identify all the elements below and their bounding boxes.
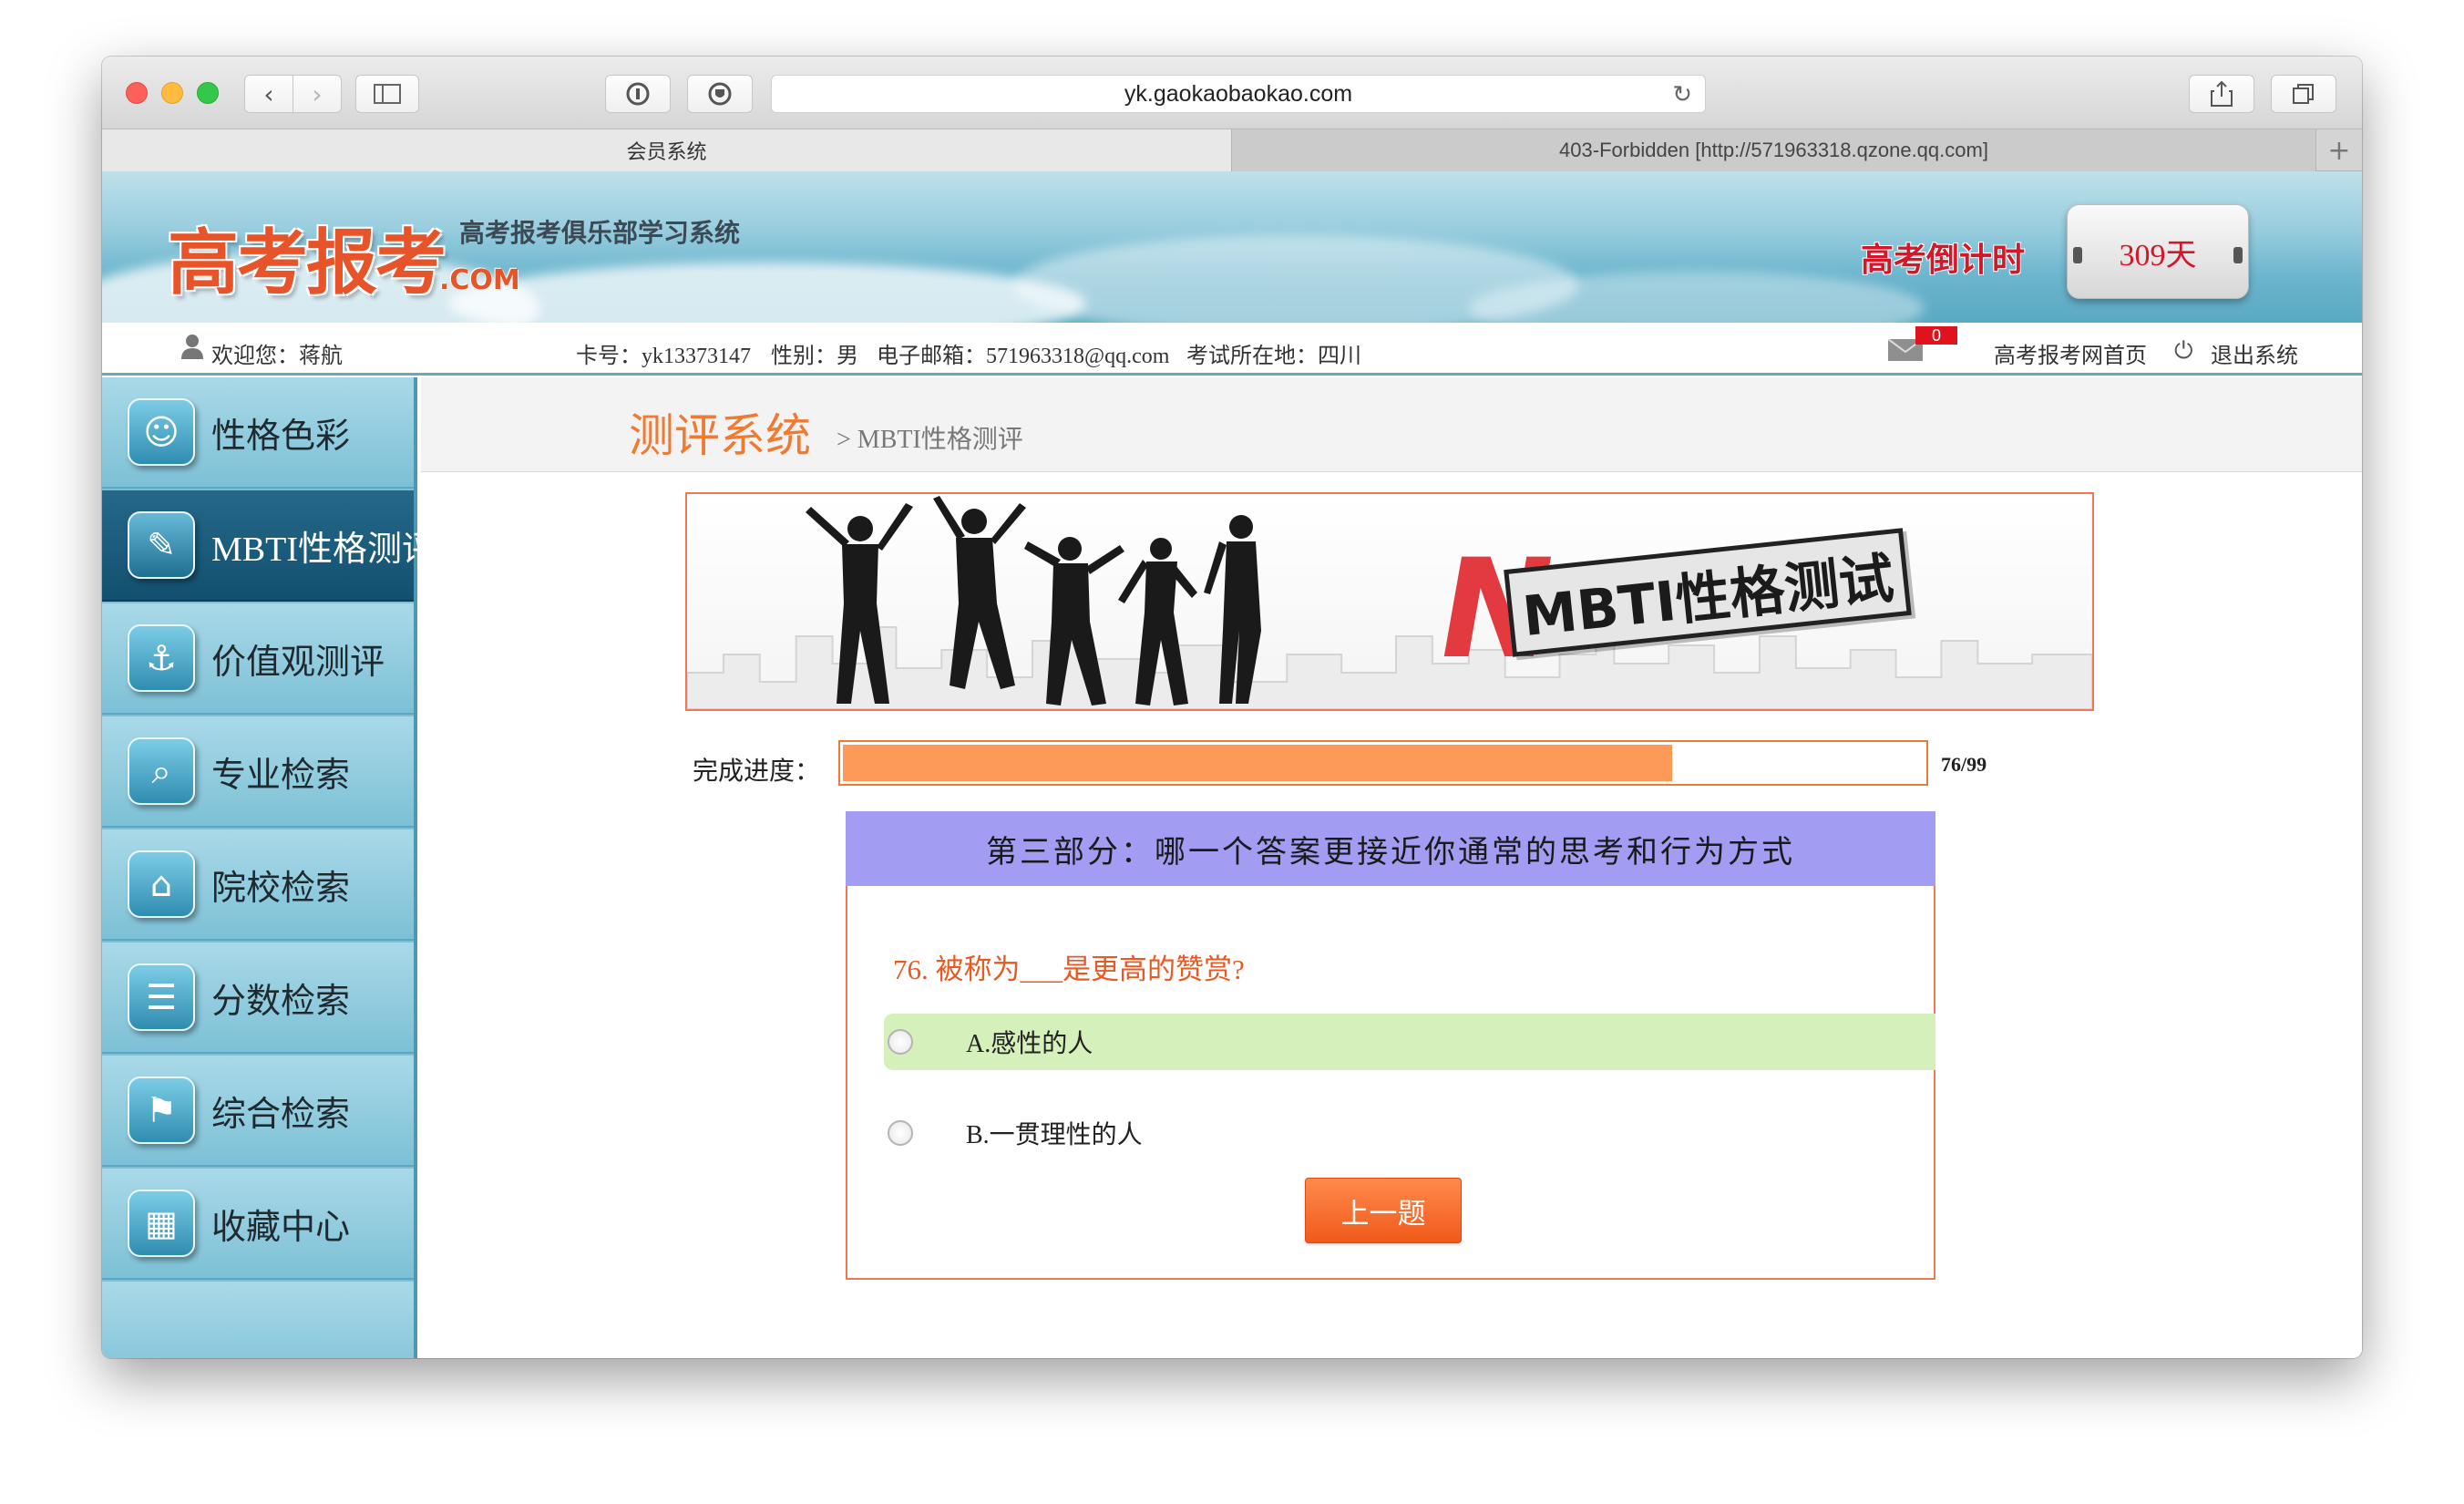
- forward-button[interactable]: ›: [293, 75, 342, 113]
- anchor-icon: ⚓: [128, 624, 195, 692]
- welcome-text: 欢迎您：蒋航: [211, 345, 343, 368]
- tab-bar: 会员系统 403-Forbidden [http://571963318.qzo…: [102, 129, 2362, 171]
- address-bar[interactable]: yk.gaokaobaokao.com ↻: [771, 75, 1706, 113]
- chevron-right-icon: ›: [312, 78, 323, 109]
- sidebar-item-score-search[interactable]: ☰ 分数检索: [102, 943, 414, 1054]
- url-text: yk.gaokaobaokao.com: [1124, 80, 1353, 107]
- sidebar-item-comprehensive-search[interactable]: ⚑ 综合检索: [102, 1056, 414, 1167]
- option-label: A.感性的人: [966, 1030, 1093, 1058]
- sidebar-item-label: 价值观测评: [211, 643, 385, 682]
- card-number: 卡号：yk13373147: [576, 345, 751, 368]
- sidebar-item-label: 综合检索: [211, 1095, 351, 1134]
- school-search-icon: ⌂: [128, 850, 195, 918]
- site-logo[interactable]: 高考报考: [168, 206, 447, 308]
- web-page: 高考报考 .COM 高考报考俱乐部学习系统 高考倒计时 309天 欢迎您：蒋航 …: [102, 171, 2362, 1358]
- gender-text: 性别：男: [771, 345, 858, 368]
- progress-fill: [843, 745, 1673, 781]
- sidebar-item-personality-color[interactable]: ☺ 性格色彩: [102, 377, 414, 489]
- sidebar-item-label: 收藏中心: [211, 1208, 351, 1247]
- site-logo-suffix: .COM: [439, 264, 520, 296]
- part-header: 第三部分：哪一个答案更接近你通常的思考和行为方式: [846, 811, 1935, 886]
- option-a[interactable]: A.感性的人: [884, 1014, 1935, 1070]
- user-info-bar: 欢迎您：蒋航 卡号：yk13373147 性别：男 电子邮箱：571963318…: [102, 323, 2362, 376]
- option-b[interactable]: B.一贯理性的人: [884, 1105, 1935, 1161]
- breadcrumb: > MBTI性格测评: [837, 426, 1023, 454]
- dancers-silhouette: [806, 496, 1261, 706]
- email-text: 电子邮箱：571963318@qq.com: [877, 345, 1170, 368]
- countdown-panel: 309天: [2067, 204, 2249, 299]
- reload-icon[interactable]: ↻: [1672, 81, 1692, 108]
- maximize-window-button[interactable]: [197, 82, 219, 104]
- radio-button[interactable]: [888, 1029, 913, 1055]
- building-icon: ▦: [128, 1190, 195, 1257]
- list-icon: ☰: [128, 963, 195, 1031]
- browser-window: ‹ › yk.gaokaobaokao.com ↻ 会员系统 403-Forbi…: [102, 57, 2362, 1358]
- sidebar-toggle-button[interactable]: [355, 75, 419, 113]
- sidebar-item-school-search[interactable]: ⌂ 院校检索: [102, 829, 414, 941]
- countdown-label: 高考倒计时: [1861, 242, 2026, 279]
- sidebar-item-label: 分数检索: [211, 982, 351, 1021]
- shield-icon: [708, 82, 732, 106]
- progress-bar: [838, 740, 1928, 786]
- option-label: B.一贯理性的人: [966, 1121, 1143, 1149]
- chevron-left-icon: ‹: [263, 78, 274, 109]
- show-tabs-button[interactable]: [2271, 75, 2336, 113]
- sidebar-item-label: 性格色彩: [211, 417, 351, 456]
- content-header: 测评系统 > MBTI性格测评: [421, 377, 2362, 472]
- user-icon: [181, 335, 203, 359]
- tabs-icon: [2293, 84, 2314, 104]
- document-search-icon: ⌕: [128, 737, 195, 805]
- countdown-value: 309天: [2119, 238, 2197, 273]
- exam-location: 考试所在地：四川: [1186, 345, 1361, 368]
- feather-icon: ✎: [128, 511, 195, 579]
- sidebar-item-favorites[interactable]: ▦ 收藏中心: [102, 1169, 414, 1280]
- minimize-window-button[interactable]: [161, 82, 183, 104]
- tab-forbidden[interactable]: 403-Forbidden [http://571963318.qzone.qq…: [1232, 129, 2316, 171]
- home-link[interactable]: 高考报考网首页: [1994, 337, 2147, 369]
- privacy-button[interactable]: [687, 75, 753, 113]
- share-button[interactable]: [2189, 75, 2254, 113]
- unread-mail-badge: 0: [1915, 326, 1957, 345]
- new-tab-button[interactable]: +: [2316, 129, 2362, 171]
- sidebar-nav: ☺ 性格色彩 ✎ MBTI性格测评 ⚓ 价值观测评 ⌕ 专业检索 ⌂ 院校检索 …: [102, 377, 436, 1358]
- site-header: 高考报考 .COM 高考报考俱乐部学习系统 高考倒计时 309天: [102, 171, 2362, 323]
- sidebar-item-partial[interactable]: [102, 1282, 414, 1358]
- sidebar-item-major-search[interactable]: ⌕ 专业检索: [102, 716, 414, 828]
- progress-label: 完成进度：: [693, 757, 821, 786]
- power-icon[interactable]: ⏻: [2174, 337, 2193, 366]
- sidebar-item-values[interactable]: ⚓ 价值观测评: [102, 603, 414, 715]
- section-title: 测评系统: [629, 410, 811, 461]
- sidebar-item-label: 院校检索: [211, 869, 351, 908]
- reader-button[interactable]: [605, 75, 671, 113]
- signpost-icon: ⚑: [128, 1076, 195, 1144]
- sidebar-item-label: MBTI性格测评: [211, 530, 437, 569]
- sidebar-icon: [374, 84, 401, 104]
- close-window-button[interactable]: [126, 82, 148, 104]
- question-card: 第三部分：哪一个答案更接近你通常的思考和行为方式 76. 被称为___是更高的赞…: [846, 811, 1935, 1280]
- previous-question-button[interactable]: 上一题: [1305, 1178, 1462, 1243]
- share-icon: [2211, 80, 2233, 107]
- sidebar-item-mbti[interactable]: ✎ MBTI性格测评: [102, 490, 436, 602]
- mask-icon: ☺: [128, 398, 195, 466]
- site-subtitle: 高考报考俱乐部学习系统: [459, 218, 741, 248]
- sidebar-item-label: 专业检索: [211, 756, 351, 795]
- logout-link[interactable]: 退出系统: [2211, 337, 2298, 369]
- browser-toolbar: ‹ › yk.gaokaobaokao.com ↻: [102, 57, 2362, 129]
- info-icon: [626, 82, 650, 106]
- radio-button[interactable]: [888, 1120, 913, 1146]
- question-text: 76. 被称为___是更高的赞赏?: [893, 953, 1245, 985]
- tab-member-system[interactable]: 会员系统: [102, 129, 1232, 171]
- progress-count: 76/99: [1941, 753, 1987, 776]
- mbti-banner-image: N MBTI性格测试: [685, 492, 2094, 711]
- back-button[interactable]: ‹: [244, 75, 293, 113]
